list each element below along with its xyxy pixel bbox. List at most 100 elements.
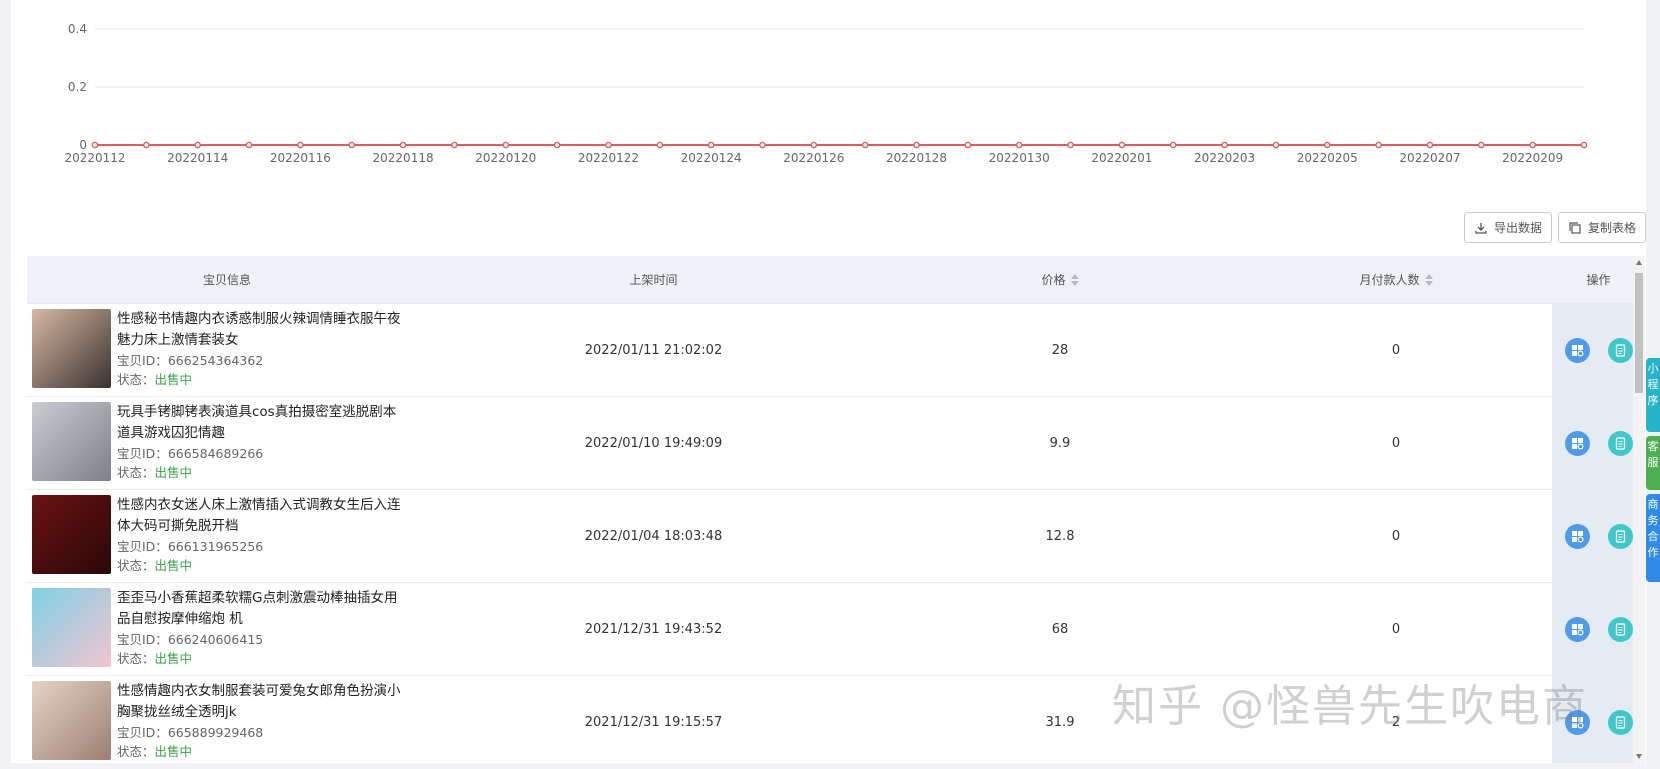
- scroll-up-icon[interactable]: [1636, 260, 1642, 265]
- data-point: [1375, 141, 1382, 149]
- monthly-buyers-cell: 0: [1391, 435, 1401, 451]
- x-tick-label: 20220128: [886, 151, 947, 165]
- product-status-prefix: 状态：: [117, 372, 155, 387]
- header-monthly-buyers[interactable]: 月付款人数: [1240, 256, 1552, 303]
- page-panel: 0 0.2 0.4 20220112 20220114 20220116 20220118 2…: [11, 0, 1646, 763]
- y-tick-label: 0.2: [68, 80, 87, 94]
- product-status: 状态：出售中: [117, 463, 407, 482]
- x-tick-label: 20220120: [475, 151, 536, 165]
- x-tick-label: 20220122: [578, 151, 639, 165]
- product-title[interactable]: 性感情趣内衣女制服套装可爱兔女郎角色扮演小胸聚拢丝绒全透明jk: [117, 681, 407, 723]
- data-point: [1272, 141, 1280, 149]
- product-meta: 性感秘书情趣内衣诱惑制服火辣调情睡衣服午夜魅力床上激情套装女 宝贝ID：6662…: [117, 309, 407, 389]
- x-tick-label: 20220112: [64, 151, 125, 165]
- data-point: [810, 141, 818, 149]
- data-point: [1529, 141, 1536, 149]
- header-monthly-buyers-label: 月付款人数: [1359, 273, 1420, 287]
- product-title[interactable]: 性感秘书情趣内衣诱惑制服火辣调情睡衣服午夜魅力床上激情套装女: [117, 309, 407, 351]
- product-status-value: 出售中: [154, 558, 193, 573]
- product-id: 宝贝ID：666240606415: [117, 630, 407, 649]
- document-icon: [1615, 622, 1625, 636]
- product-status-value: 出售中: [154, 744, 193, 759]
- x-tick-label: 20220205: [1297, 151, 1358, 165]
- product-title[interactable]: 玩具手铐脚铐表演道具cos真拍摄密室逃脱剧本道具游戏囚犯情趣: [117, 402, 407, 444]
- monthly-buyers-cell: 0: [1391, 621, 1401, 637]
- product-thumbnail[interactable]: [32, 495, 111, 574]
- y-tick-label: 0: [79, 138, 87, 152]
- table-scrollbar[interactable]: [1633, 256, 1645, 763]
- product-info-cell: 性感情趣内衣女制服套装可爱兔女郎角色扮演小胸聚拢丝绒全透明jk 宝贝ID：665…: [27, 676, 427, 763]
- product-thumbnail[interactable]: [32, 588, 111, 667]
- detail-button[interactable]: [1607, 337, 1633, 363]
- side-tab-label: 客服: [1647, 440, 1659, 469]
- product-id-value: 665889929468: [167, 725, 264, 740]
- data-point: [1015, 141, 1023, 149]
- data-point: [1118, 141, 1126, 149]
- data-point: [245, 141, 253, 149]
- side-tab-business[interactable]: 商务合作: [1646, 494, 1660, 582]
- price-cell: 9.9: [1049, 435, 1071, 451]
- scrollbar-thumb[interactable]: [1635, 273, 1643, 393]
- listing-time-cell: 2021/12/31 19:43:52: [584, 621, 723, 637]
- header-actions: 操作: [1552, 256, 1645, 303]
- monthly-buyers-cell: 0: [1391, 528, 1401, 544]
- analyze-button[interactable]: [1564, 337, 1590, 363]
- product-meta: 性感情趣内衣女制服套装可爱兔女郎角色扮演小胸聚拢丝绒全透明jk 宝贝ID：665…: [117, 681, 407, 761]
- product-title[interactable]: 歪歪马小香蕉超柔软糯G点刺激震动棒抽插女用品自慰按摩伸缩炮 机: [117, 588, 407, 630]
- sort-icon[interactable]: [1424, 273, 1433, 286]
- scroll-down-icon[interactable]: [1636, 754, 1642, 759]
- product-meta: 歪歪马小香蕉超柔软糯G点刺激震动棒抽插女用品自慰按摩伸缩炮 机 宝贝ID：666…: [117, 588, 407, 668]
- product-status-prefix: 状态：: [117, 651, 155, 666]
- table-header: 宝贝信息 上架时间 价格 月付款人数 操作: [27, 256, 1645, 304]
- actions-cell: [1552, 304, 1645, 396]
- product-id-prefix: 宝贝ID：: [117, 632, 168, 647]
- x-tick-label: 20220126: [783, 151, 844, 165]
- export-data-label: 导出数据: [1493, 221, 1542, 235]
- product-thumbnail[interactable]: [32, 402, 111, 481]
- side-tab-customer-service[interactable]: 客服: [1646, 436, 1660, 490]
- side-tab-label: 商务合作: [1647, 498, 1659, 559]
- detail-button[interactable]: [1607, 523, 1633, 549]
- product-status-prefix: 状态：: [117, 465, 155, 480]
- y-tick-label: 0.4: [68, 22, 87, 36]
- price-cell: 28: [1051, 342, 1069, 358]
- product-thumbnail[interactable]: [32, 681, 111, 760]
- export-data-button[interactable]: 导出数据: [1463, 212, 1552, 243]
- analyze-button[interactable]: [1564, 430, 1590, 456]
- detail-button[interactable]: [1607, 709, 1633, 735]
- product-id: 宝贝ID：666584689266: [117, 444, 407, 463]
- product-status: 状态：出售中: [117, 742, 407, 761]
- product-status-value: 出售中: [154, 372, 193, 387]
- product-thumbnail[interactable]: [32, 309, 111, 388]
- table-toolbar: 导出数据 复制表格: [1463, 212, 1646, 243]
- grid-icon: [1571, 437, 1584, 450]
- header-listing-time: 上架时间: [427, 256, 880, 303]
- x-tick-label: 20220207: [1399, 151, 1460, 165]
- table-row: 歪歪马小香蕉超柔软糯G点刺激震动棒抽插女用品自慰按摩伸缩炮 机 宝贝ID：666…: [27, 583, 1645, 676]
- document-icon: [1615, 343, 1625, 357]
- product-status-value: 出售中: [154, 651, 193, 666]
- data-point: [861, 141, 869, 149]
- table-row: 玩具手铐脚铐表演道具cos真拍摄密室逃脱剧本道具游戏囚犯情趣 宝贝ID：6665…: [27, 397, 1645, 490]
- data-point: [194, 141, 201, 149]
- product-info-cell: 性感内衣女迷人床上激情插入式调教女生后入连体大码可撕免脱开档 宝贝ID：6661…: [27, 490, 427, 582]
- listing-time-cell: 2022/01/10 19:49:09: [584, 435, 723, 451]
- data-point: [605, 141, 612, 149]
- detail-button[interactable]: [1607, 430, 1633, 456]
- x-tick-label: 20220118: [373, 151, 434, 165]
- analyze-button[interactable]: [1564, 616, 1590, 642]
- header-price[interactable]: 价格: [880, 256, 1240, 303]
- copy-table-button[interactable]: 复制表格: [1557, 212, 1646, 243]
- document-icon: [1615, 436, 1625, 450]
- sort-icon[interactable]: [1070, 273, 1079, 286]
- analyze-button[interactable]: [1564, 523, 1590, 549]
- data-point: [297, 141, 304, 149]
- data-point: [1169, 141, 1177, 149]
- detail-button[interactable]: [1607, 616, 1633, 642]
- actions-cell: [1552, 397, 1645, 489]
- product-status-prefix: 状态：: [117, 558, 155, 573]
- product-title[interactable]: 性感内衣女迷人床上激情插入式调教女生后入连体大码可撕免脱开档: [117, 495, 407, 537]
- side-tab-mini-program[interactable]: 小程序: [1646, 358, 1660, 432]
- product-status-value: 出售中: [154, 465, 193, 480]
- data-point: [502, 141, 510, 149]
